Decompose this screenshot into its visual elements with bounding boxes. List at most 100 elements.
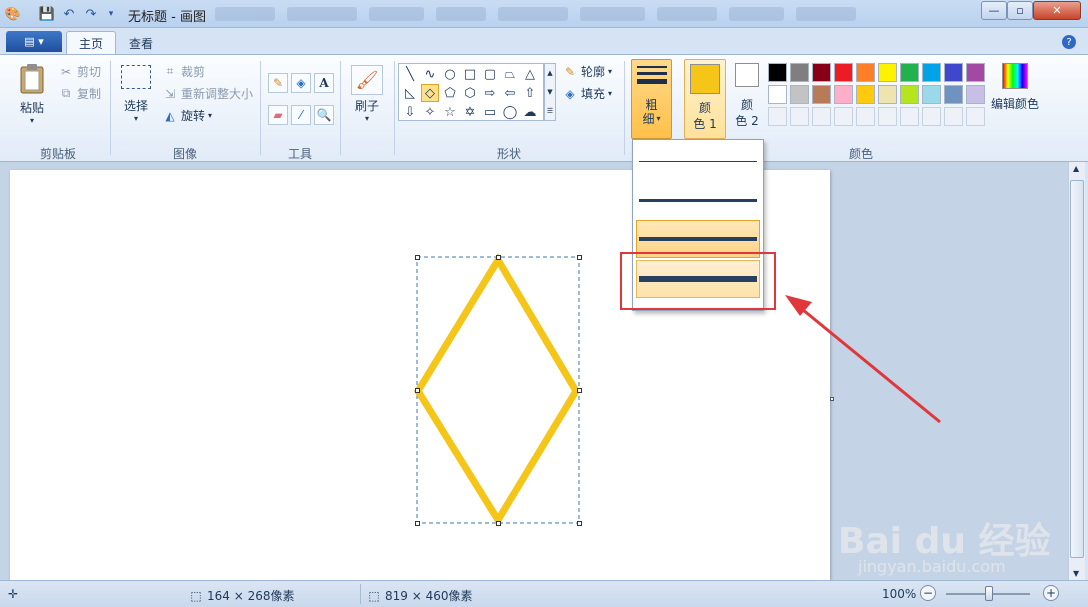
rectangle-shape-icon[interactable]: □ — [461, 65, 479, 83]
empty-color-swatch[interactable] — [856, 107, 875, 126]
chevron-down-icon[interactable]: ▼ — [547, 88, 552, 96]
canvas-resize-handle[interactable] — [830, 397, 834, 401]
scrollbar-thumb[interactable] — [1070, 180, 1084, 558]
empty-color-swatch[interactable] — [944, 107, 963, 126]
right-triangle-shape-icon[interactable]: ◺ — [401, 84, 419, 102]
color-swatch[interactable] — [856, 63, 875, 82]
color-picker-icon[interactable]: ⁄ — [291, 105, 311, 125]
resize-handle[interactable] — [496, 255, 501, 260]
brushes-button[interactable]: 🖌 刷子 ▾ — [348, 65, 386, 123]
paint-app-icon[interactable]: 🎨 — [4, 5, 22, 23]
empty-color-swatch[interactable] — [790, 107, 809, 126]
up-arrow-shape-icon[interactable]: ⇧ — [521, 84, 539, 102]
triangle-shape-icon[interactable]: △ — [521, 65, 539, 83]
color-swatch[interactable] — [812, 63, 831, 82]
text-tool-icon[interactable]: A — [314, 73, 334, 93]
color-swatch[interactable] — [790, 85, 809, 104]
diamond-shape-icon[interactable]: ◇ — [421, 84, 439, 102]
color-swatch[interactable] — [790, 63, 809, 82]
resize-handle[interactable] — [577, 255, 582, 260]
resize-handle[interactable] — [496, 521, 501, 526]
left-arrow-shape-icon[interactable]: ⇦ — [501, 84, 519, 102]
tab-view[interactable]: 查看 — [117, 31, 165, 55]
eraser-icon[interactable]: ▰ — [268, 105, 288, 125]
minimize-button[interactable]: — — [981, 1, 1007, 20]
zoom-slider-thumb[interactable] — [985, 586, 993, 601]
resize-handle[interactable] — [577, 521, 582, 526]
empty-color-swatch[interactable] — [966, 107, 985, 126]
right-arrow-shape-icon[interactable]: ⇨ — [481, 84, 499, 102]
four-point-star-shape-icon[interactable]: ✧ — [421, 103, 439, 121]
copy-button[interactable]: ⧉ 复制 — [58, 85, 101, 102]
magnifier-icon[interactable]: 🔍 — [314, 105, 334, 125]
select-button[interactable]: 选择 ▾ — [118, 65, 154, 123]
size-option-1[interactable] — [636, 142, 760, 180]
line-shape-icon[interactable]: ╲ — [401, 65, 419, 83]
resize-handle[interactable] — [415, 521, 420, 526]
five-point-star-shape-icon[interactable]: ☆ — [441, 103, 459, 121]
empty-color-swatch[interactable] — [834, 107, 853, 126]
vertical-scrollbar[interactable]: ▲ ▼ — [1068, 162, 1085, 580]
color-swatch[interactable] — [900, 85, 919, 104]
fill-button[interactable]: ◈ 填充 ▾ — [562, 85, 612, 102]
expand-icon[interactable]: ☰ — [547, 107, 553, 115]
save-icon[interactable]: 💾 — [38, 5, 56, 23]
color-swatch[interactable] — [834, 85, 853, 104]
customize-icon[interactable]: ▾ — [102, 5, 120, 23]
color-swatch[interactable] — [966, 63, 985, 82]
color-swatch[interactable] — [878, 85, 897, 104]
zoom-in-button[interactable]: + — [1043, 585, 1059, 601]
size-button[interactable]: 粗 细 ▾ — [631, 59, 672, 139]
polygon-shape-icon[interactable]: ⏢ — [501, 65, 519, 83]
maximize-button[interactable]: ▫ — [1007, 1, 1033, 20]
outline-button[interactable]: ✎ 轮廓 ▾ — [562, 63, 612, 80]
color-swatch[interactable] — [900, 63, 919, 82]
close-button[interactable]: ✕ — [1033, 1, 1081, 20]
color-swatch[interactable] — [812, 85, 831, 104]
cut-button[interactable]: ✂ 剪切 — [58, 63, 101, 80]
zoom-out-button[interactable]: − — [920, 585, 936, 601]
pencil-icon[interactable]: ✎ — [268, 73, 288, 93]
edit-colors-button[interactable]: 编辑颜色 — [989, 63, 1041, 112]
color-swatch[interactable] — [966, 85, 985, 104]
help-icon[interactable]: ? — [1062, 35, 1076, 49]
color-swatch[interactable] — [944, 63, 963, 82]
file-menu-button[interactable]: ▤ ▾ — [6, 31, 62, 52]
oval-callout-shape-icon[interactable]: ◯ — [501, 103, 519, 121]
shapes-scroll[interactable]: ▲ ▼ ☰ — [544, 63, 556, 121]
rounded-callout-shape-icon[interactable]: ▭ — [481, 103, 499, 121]
paste-button[interactable]: 粘贴 ▾ — [14, 63, 50, 125]
empty-color-swatch[interactable] — [922, 107, 941, 126]
empty-color-swatch[interactable] — [900, 107, 919, 126]
resize-handle[interactable] — [415, 255, 420, 260]
color-swatch[interactable] — [878, 63, 897, 82]
cloud-callout-shape-icon[interactable]: ☁ — [521, 103, 539, 121]
chevron-down-icon[interactable]: ▼ — [1073, 569, 1079, 578]
hexagon-shape-icon[interactable]: ⬡ — [461, 84, 479, 102]
curve-shape-icon[interactable]: ∿ — [421, 65, 439, 83]
pentagon-shape-icon[interactable]: ⬠ — [441, 84, 459, 102]
size-option-3[interactable] — [636, 181, 760, 219]
empty-color-swatch[interactable] — [812, 107, 831, 126]
color1-button[interactable]: 颜 色 1 — [684, 59, 726, 139]
color-swatch[interactable] — [768, 63, 787, 82]
color-swatch[interactable] — [768, 85, 787, 104]
down-arrow-shape-icon[interactable]: ⇩ — [401, 103, 419, 121]
fill-bucket-icon[interactable]: ◈ — [291, 73, 311, 93]
six-point-star-shape-icon[interactable]: ✡ — [461, 103, 479, 121]
color2-button[interactable]: 颜 色 2 — [728, 63, 766, 129]
rotate-button[interactable]: ◭ 旋转 ▾ — [162, 107, 212, 124]
color-swatch[interactable] — [922, 85, 941, 104]
color-swatch[interactable] — [922, 63, 941, 82]
color-swatch[interactable] — [856, 85, 875, 104]
chevron-up-icon[interactable]: ▲ — [1073, 164, 1079, 173]
tab-home[interactable]: 主页 — [66, 31, 117, 55]
rounded-rectangle-shape-icon[interactable]: ▢ — [481, 65, 499, 83]
color-swatch[interactable] — [944, 85, 963, 104]
crop-button[interactable]: ⌗ 裁剪 — [162, 63, 205, 80]
empty-color-swatch[interactable] — [878, 107, 897, 126]
oval-shape-icon[interactable]: ○ — [441, 65, 459, 83]
empty-color-swatch[interactable] — [768, 107, 787, 126]
chevron-up-icon[interactable]: ▲ — [547, 69, 552, 77]
undo-icon[interactable]: ↶ — [60, 5, 78, 23]
